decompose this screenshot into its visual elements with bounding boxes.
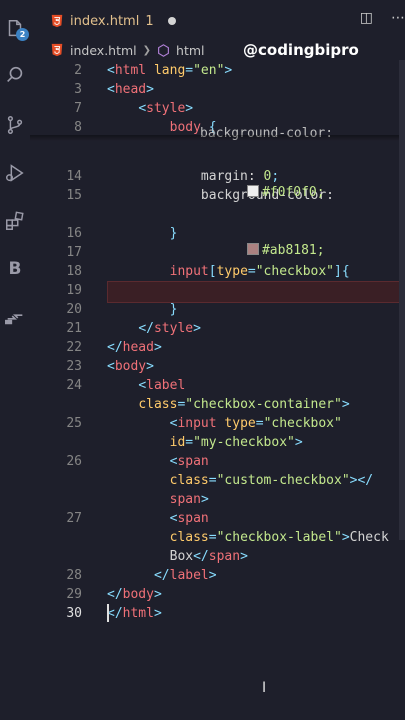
code-text: class="custom-checkbox"></: [169, 473, 374, 488]
run-debug-icon[interactable]: [0, 158, 30, 188]
code-line: 27 <span: [30, 509, 405, 528]
code-line: class="custom-checkbox"></: [30, 471, 405, 490]
code-text: </html>: [107, 606, 162, 621]
element-icon: [158, 43, 169, 57]
explorer-icon[interactable]: 2: [0, 14, 30, 44]
error-line-highlight: [107, 281, 405, 303]
line-number: 20: [66, 302, 82, 317]
code-line: 26 <span: [30, 452, 405, 471]
line-number: 19: [66, 283, 82, 298]
code-line-swatch1: #f0f0f0;: [30, 145, 405, 200]
code-line: 21 </style>: [30, 319, 405, 338]
b-icon[interactable]: B: [0, 254, 30, 284]
code-line: Box</span>: [30, 547, 405, 566]
line-number: 27: [66, 511, 82, 526]
code-text: <html lang="en">: [107, 63, 233, 78]
code-line: 29 </body>: [30, 585, 405, 604]
split-editor-icon[interactable]: ◫: [360, 10, 373, 26]
line-number: 25: [66, 416, 82, 431]
code-text: Box</span>: [169, 549, 248, 564]
color-swatch[interactable]: [246, 243, 259, 255]
code-line: id="my-checkbox">: [30, 433, 405, 452]
search-icon[interactable]: [0, 60, 30, 90]
color-value: #f0f0f0;: [261, 185, 325, 200]
code-line: 25 <input type="checkbox": [30, 414, 405, 433]
code-line: 22 </head>: [30, 338, 405, 357]
code-text: </label>: [153, 568, 217, 583]
tab-filename: index.html: [70, 13, 140, 29]
code-text: id="my-checkbox">: [169, 435, 303, 450]
code-line-swatch2: #ab8181;: [30, 203, 405, 258]
line-number: 29: [66, 587, 82, 602]
line-number: 24: [66, 378, 82, 393]
code-text: }: [169, 226, 178, 241]
breadcrumb-node[interactable]: html: [176, 43, 204, 58]
code-line: 7 <style>: [30, 99, 405, 118]
code-editor[interactable]: 2 <html lang="en"> 3 <head> 7 <style> 8 body …: [30, 60, 405, 720]
code-text: <span: [169, 511, 209, 526]
remote-icon[interactable]: [0, 302, 30, 332]
code-text: span>: [169, 492, 209, 507]
line-number: 22: [66, 340, 82, 355]
code-text: <span: [169, 454, 209, 469]
color-value: #ab8181;: [261, 243, 325, 258]
line-number: 28: [66, 568, 82, 583]
line-number: 18: [66, 264, 82, 279]
tab-problem-count: 1: [145, 13, 154, 29]
code-text: </style>: [138, 321, 201, 336]
code-line: class="checkbox-container">: [30, 395, 405, 414]
line-number: 30: [66, 606, 82, 621]
line-number: 3: [74, 82, 82, 97]
code-line: 24 <label: [30, 376, 405, 395]
more-actions-icon[interactable]: ⋯: [391, 10, 405, 26]
code-text: <input type="checkbox": [169, 416, 342, 431]
breadcrumb-file[interactable]: index.html: [70, 43, 137, 58]
activity-bar: 2 B: [0, 0, 30, 720]
code-line: 2 <html lang="en">: [30, 61, 405, 80]
code-text: class="checkbox-label">Check: [169, 530, 389, 545]
line-number: 7: [74, 101, 82, 116]
tab-bar: index.html 1 ◫ ⋯: [40, 0, 405, 40]
line-number: 21: [66, 321, 82, 336]
code-text: </head>: [107, 340, 162, 355]
extensions-icon[interactable]: [0, 206, 30, 236]
explorer-badge: 2: [16, 28, 29, 41]
line-number: 23: [66, 359, 82, 374]
html5-icon: [51, 43, 63, 57]
chevron-right-icon: ❯: [142, 44, 152, 56]
sticky-scroll-shadow: [30, 135, 405, 141]
tab-index-html[interactable]: index.html 1: [50, 8, 176, 34]
watermark: @codingbipro: [243, 41, 359, 59]
line-number: 2: [74, 63, 82, 78]
line-number: 26: [66, 454, 82, 469]
text-cursor: [107, 604, 109, 622]
code-text: </body>: [107, 587, 162, 602]
color-swatch[interactable]: [246, 185, 259, 197]
code-line: 3 <head>: [30, 80, 405, 99]
code-text: <head>: [107, 82, 154, 97]
code-text: <body>: [107, 359, 154, 374]
code-line: 28 </label>: [30, 566, 405, 585]
source-control-icon[interactable]: [0, 110, 30, 140]
code-line: span>: [30, 490, 405, 509]
code-line: class="checkbox-label">Check: [30, 528, 405, 547]
scrollbar[interactable]: [399, 60, 405, 540]
unsaved-dot-icon[interactable]: [167, 17, 176, 25]
code-line: 23 <body>: [30, 357, 405, 376]
html5-icon: [51, 14, 63, 28]
code-text: <label: [138, 378, 186, 393]
code-line: 30 </html>: [30, 604, 405, 623]
code-text: <style>: [138, 101, 194, 116]
code-text: class="checkbox-container">: [138, 397, 350, 412]
mouse-ibeam-icon: I: [262, 680, 267, 696]
